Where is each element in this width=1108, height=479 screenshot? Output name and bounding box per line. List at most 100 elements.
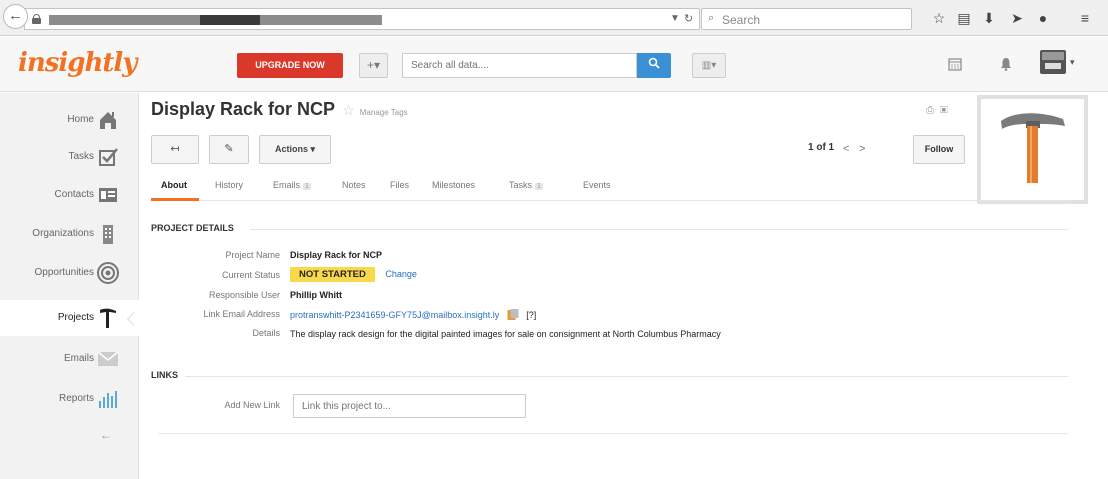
- back-button[interactable]: ↤: [151, 135, 199, 164]
- print-icon[interactable]: ⎙: [926, 105, 940, 116]
- copy-clipboard-icon[interactable]: [507, 309, 519, 320]
- search-icon: [648, 57, 660, 69]
- tab-about[interactable]: About: [161, 180, 187, 190]
- chevron-down-icon[interactable]: ▾: [1070, 57, 1075, 68]
- divider: [250, 229, 1068, 230]
- add-new-link-label: Add New Link: [224, 400, 280, 410]
- insightly-logo[interactable]: insightly: [18, 48, 137, 78]
- lock-icon: [32, 14, 41, 24]
- url-bar[interactable]: ▼ ↻: [24, 8, 700, 30]
- prev-button[interactable]: <: [843, 143, 849, 155]
- section-title-project-details: PROJECT DETAILS: [151, 223, 234, 233]
- sidebar-item-label: Emails: [63, 353, 94, 364]
- status-badge: NOT STARTED: [290, 267, 375, 282]
- search-all-data-input[interactable]: [402, 53, 637, 78]
- tab-files[interactable]: Files: [390, 180, 409, 190]
- active-tab-underline: [151, 198, 199, 201]
- tab-events[interactable]: Events: [583, 180, 611, 190]
- link-email-address[interactable]: protranswhitt-P2341659-GFY75J@mailbox.in…: [290, 310, 499, 320]
- print-icons: ⎙▣: [926, 105, 954, 116]
- pager-text: 1 of 1: [808, 142, 835, 153]
- sidebar-item-label: Reports: [58, 393, 94, 404]
- user-avatar[interactable]: [1040, 50, 1066, 74]
- sidebar-item-label: Organizations: [32, 228, 94, 239]
- link-email-value: protranswhitt-P2341659-GFY75J@mailbox.in…: [290, 309, 536, 320]
- divider: [158, 433, 1068, 434]
- redacted-url-segment: [200, 15, 260, 25]
- export-icon[interactable]: ▣: [940, 105, 954, 116]
- sidebar-item-label: Tasks: [68, 151, 94, 162]
- url-dropdown-icon[interactable]: ▼: [670, 13, 680, 24]
- sidebar-item-label: Home: [67, 114, 94, 125]
- upgrade-now-button[interactable]: UPGRADE NOW: [237, 53, 343, 78]
- change-status-link[interactable]: Change: [385, 269, 417, 279]
- actions-button[interactable]: Actions ▾: [259, 135, 331, 164]
- tab-badge: 1: [535, 183, 543, 190]
- notifications-bell-icon[interactable]: [1000, 57, 1012, 74]
- sidebar-item-tasks[interactable]: Tasks: [0, 139, 139, 175]
- emails-icon: [97, 351, 119, 366]
- add-new-link-input[interactable]: [293, 394, 526, 418]
- sidebar-item-organizations[interactable]: Organizations: [0, 216, 139, 252]
- section-title-links: LINKS: [151, 370, 178, 380]
- sidebar-item-label: Projects: [57, 312, 94, 323]
- details-value: The display rack design for the digital …: [290, 329, 721, 339]
- page-title: Display Rack for NCP: [151, 99, 336, 119]
- home-icon: [100, 112, 116, 129]
- help-link[interactable]: [?]: [526, 310, 536, 320]
- sidebar-item-home[interactable]: Home: [0, 102, 139, 138]
- current-status-label: Current Status: [221, 270, 280, 280]
- sidebar-item-contacts[interactable]: Contacts: [0, 177, 139, 213]
- menu-icon[interactable]: ≡: [1076, 9, 1094, 27]
- bookmark-star-icon[interactable]: ☆: [930, 9, 948, 27]
- project-name-value: Display Rack for NCP: [290, 250, 383, 260]
- chat-icon[interactable]: ●: [1034, 9, 1052, 27]
- tasks-icon: [99, 148, 118, 166]
- reports-icon: [99, 391, 117, 408]
- details-label: Details: [252, 328, 280, 338]
- reload-icon[interactable]: ↻: [684, 12, 693, 25]
- tab-bar: About History Emails 1 Notes Files Milest…: [151, 171, 1068, 201]
- opportunities-icon: [97, 262, 119, 284]
- manage-tags-link[interactable]: Manage Tags: [360, 108, 408, 117]
- send-icon[interactable]: ➤: [1008, 9, 1026, 27]
- app-header: insightly UPGRADE NOW +▾ ▥▾ ▾: [0, 37, 1108, 92]
- sidebar-item-projects[interactable]: Projects: [0, 300, 142, 336]
- contacts-icon: [99, 188, 117, 202]
- search-icon: ⌕: [708, 12, 715, 24]
- current-status-value: NOT STARTED Change: [290, 267, 417, 282]
- active-indicator: [126, 311, 142, 327]
- tab-tasks[interactable]: Tasks 1: [509, 180, 543, 190]
- sidebar-item-label: Opportunities: [34, 267, 94, 278]
- sidebar-item-label: Contacts: [54, 189, 94, 200]
- view-switcher-button[interactable]: ▥▾: [692, 53, 726, 78]
- reading-list-icon[interactable]: ▤: [955, 9, 973, 27]
- back-icon[interactable]: ←: [3, 4, 28, 29]
- sidebar-item-emails[interactable]: Emails: [0, 341, 139, 377]
- tab-notes[interactable]: Notes: [342, 180, 366, 190]
- sidebar-item-opportunities[interactable]: Opportunities: [0, 255, 139, 291]
- browser-toolbar: ▼ ↻ ← ⌕ Search ☆ ▤ ⬇ ➤ ● ≡: [0, 0, 1108, 36]
- calendar-icon[interactable]: [948, 57, 962, 74]
- divider: [185, 376, 1068, 377]
- tab-milestones[interactable]: Milestones: [432, 180, 475, 190]
- search-button[interactable]: [637, 53, 671, 78]
- link-email-label: Link Email Address: [203, 309, 280, 319]
- organizations-icon: [103, 225, 113, 244]
- sidebar: Home Tasks Contacts Organizations Opport…: [0, 93, 142, 479]
- sidebar-item-reports[interactable]: Reports: [0, 381, 139, 417]
- tab-emails[interactable]: Emails 1: [273, 180, 311, 190]
- download-icon[interactable]: ⬇: [980, 9, 998, 27]
- tab-history[interactable]: History: [215, 180, 243, 190]
- collapse-sidebar-icon[interactable]: ←: [100, 428, 112, 442]
- edit-button[interactable]: ✎: [209, 135, 249, 164]
- responsible-user-value[interactable]: Phillip Whitt: [290, 290, 342, 300]
- star-icon[interactable]: ☆: [342, 102, 355, 118]
- browser-search-input[interactable]: ⌕ Search: [701, 8, 912, 30]
- project-name-label: Project Name: [225, 250, 280, 260]
- add-new-button[interactable]: +▾: [359, 53, 388, 78]
- projects-icon: [100, 308, 116, 328]
- next-button[interactable]: >: [859, 143, 865, 155]
- follow-button[interactable]: Follow: [913, 135, 965, 164]
- title-row: Display Rack for NCP ☆ Manage Tags: [151, 99, 408, 120]
